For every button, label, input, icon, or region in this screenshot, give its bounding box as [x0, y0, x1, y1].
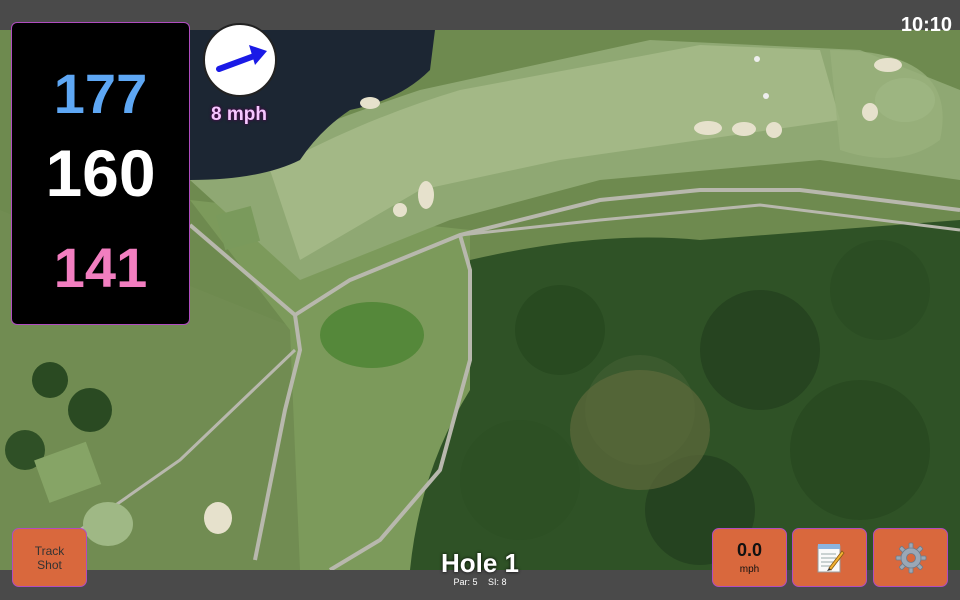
wind-indicator — [203, 23, 277, 97]
track-shot-label-line1: Track — [34, 543, 65, 558]
hole-details: Par: 5 SI: 8 — [380, 577, 580, 587]
hole-stroke-index: SI: 8 — [488, 577, 507, 587]
hole-title: Hole 1 — [440, 548, 520, 578]
wind-speed-label: 8 mph — [211, 104, 267, 125]
track-shot-label-line2: Shot — [37, 557, 62, 572]
gear-icon — [895, 542, 926, 573]
wind-direction-arrow-icon — [216, 45, 267, 72]
speed-button[interactable]: 0.0 mph — [712, 528, 787, 587]
back-distance: 177 — [53, 62, 148, 125]
speed-unit: mph — [739, 564, 760, 575]
distance-panel: 177 160 141 — [11, 22, 190, 325]
notes-button[interactable] — [792, 528, 867, 587]
middle-distance: 160 — [45, 136, 156, 210]
track-shot-button[interactable]: Track Shot — [12, 528, 87, 587]
front-distance: 141 — [53, 236, 148, 299]
settings-button[interactable] — [873, 528, 948, 587]
clock: 10:10 — [900, 14, 952, 36]
hole-par: Par: 5 — [453, 577, 478, 587]
speed-value: 0.0 — [736, 540, 763, 560]
notepad-icon — [817, 543, 845, 572]
